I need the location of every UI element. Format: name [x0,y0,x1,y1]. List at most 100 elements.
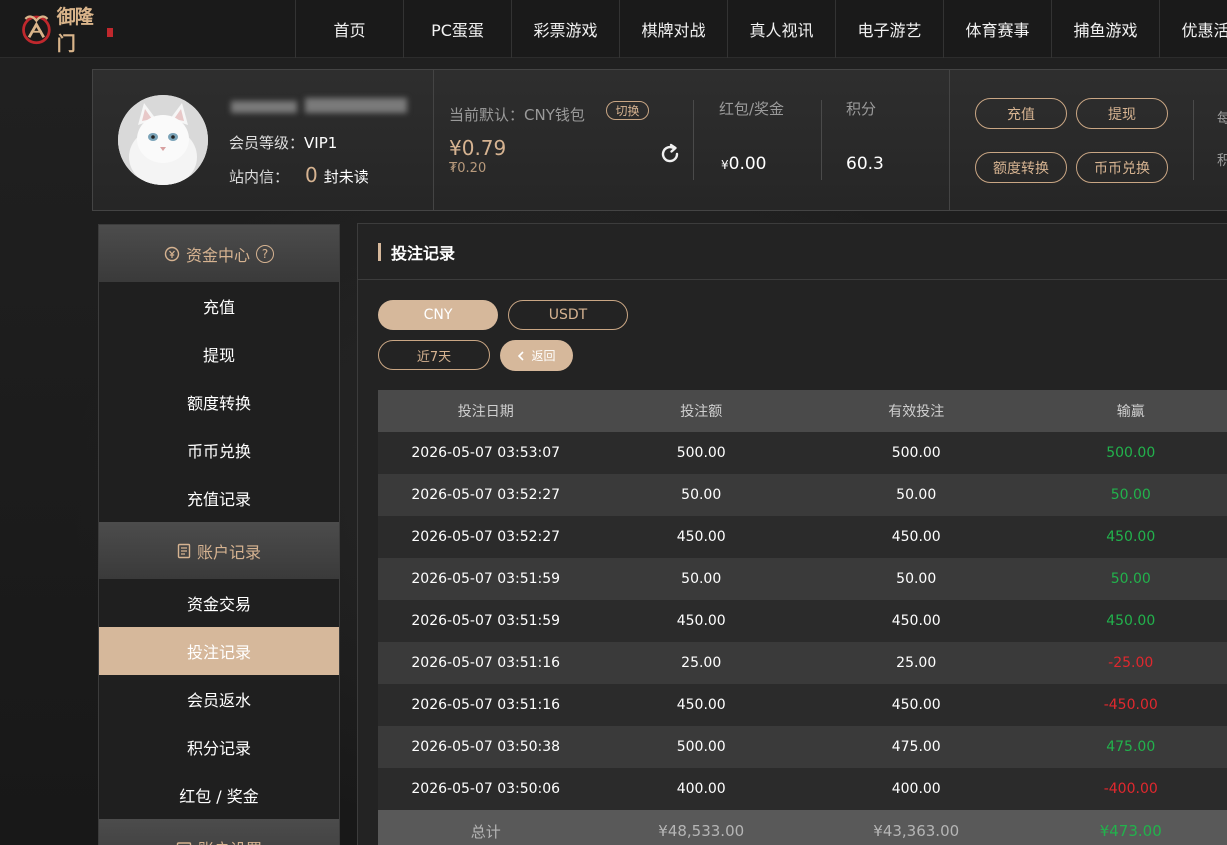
panel-header: 投注记录 [358,224,1227,280]
tab-cny[interactable]: CNY [378,300,498,330]
sidebar-item-bonus[interactable]: 红包 / 奖金 [99,771,339,819]
fund-center-label: 资金中心 [185,245,250,265]
back-label: 返回 [531,349,556,363]
bonus-currency: ¥ [721,158,729,172]
table-row: 2026-05-07 03:52:27 450.00 450.00 450.00 [378,516,1227,558]
table-row: 2026-05-07 03:51:16 25.00 25.00 -25.00 [378,642,1227,684]
cell-win-loss: -400.00 [1103,781,1158,797]
nav-home[interactable]: 首页 [295,0,403,58]
withdraw-button[interactable]: 提现 [1076,98,1168,129]
cell-win-loss: -25.00 [1108,655,1154,671]
cell-bet: 450.00 [676,529,726,545]
nav-promotions[interactable]: 优惠活动 [1159,0,1227,58]
divider [1193,100,1194,180]
top-navigation-bar: 御隆门 首页 PC蛋蛋 彩票游戏 棋牌对战 真人视讯 电子游艺 体育赛事 捕鱼游… [0,0,1227,58]
points-item-label-clipped: 积 [1217,153,1227,169]
column-header-date[interactable]: 投注日期 [378,401,593,421]
points-value: 60.3 [846,154,884,174]
cell-bet: 450.00 [676,697,726,713]
sidebar-item-rebate[interactable]: 会员返水 [99,675,339,723]
cell-valid-bet: 25.00 [896,655,937,671]
account-sidebar: 资金中心 ? 充值 提现 额度转换 币币兑换 充值记录 账户记录 资金交易 投注… [98,224,340,845]
fund-center-header[interactable]: 资金中心 ? [99,225,339,282]
cell-valid-bet: 450.00 [891,529,941,545]
transfer-button[interactable]: 额度转换 [975,152,1067,183]
cell-valid-bet: 400.00 [891,781,941,797]
avatar[interactable] [118,95,208,185]
site-messages[interactable]: 站内信： 0 封未读 [229,163,369,187]
cell-bet: 450.00 [676,613,726,629]
cell-valid-bet: 50.00 [896,571,937,587]
unread-suffix: 封未读 [323,168,369,186]
cell-bet: 500.00 [676,445,726,461]
nav-sports[interactable]: 体育赛事 [943,0,1051,58]
sidebar-item-exchange[interactable]: 币币兑换 [99,426,339,474]
bonus-label: 红包/奖金 [719,100,785,118]
default-wallet-label: 当前默认：CNY钱包 [449,106,585,124]
vip-level: 会员等级：VIP1 [229,132,337,153]
sidebar-item-transfer[interactable]: 额度转换 [99,378,339,426]
user-info-panel: 会员等级：VIP1 站内信： 0 封未读 当前默认：CNY钱包 切换 ¥0.79… [92,69,1227,211]
cell-date: 2026-05-07 03:51:59 [411,571,561,587]
total-valid-bet: ¥43,363.00 [873,822,960,840]
tab-usdt[interactable]: USDT [508,300,628,330]
cell-date: 2026-05-07 03:50:06 [411,781,561,797]
cell-valid-bet: 475.00 [891,739,941,755]
nav-lottery[interactable]: 彩票游戏 [511,0,619,58]
nav-card-games[interactable]: 棋牌对战 [619,0,727,58]
cell-valid-bet: 500.00 [891,445,941,461]
logo-seal [107,27,113,37]
table-row: 2026-05-07 03:52:27 50.00 50.00 50.00 [378,474,1227,516]
bonus-amount: 0.00 [728,154,767,174]
cell-win-loss: 50.00 [1110,487,1151,503]
nav-pc-egg[interactable]: PC蛋蛋 [403,0,511,58]
sidebar-item-fund-transactions[interactable]: 资金交易 [99,579,339,627]
sidebar-item-points-records[interactable]: 积分记录 [99,723,339,771]
table-row: 2026-05-07 03:53:07 500.00 500.00 500.00 [378,432,1227,474]
points-label: 积分 [846,100,877,118]
sidebar-item-deposit-records[interactable]: 充值记录 [99,474,339,522]
title-accent-bar [378,242,381,261]
cell-bet: 50.00 [681,571,722,587]
total-label: 总计 [470,822,501,841]
cell-date: 2026-05-07 03:51:16 [411,655,561,671]
exchange-button[interactable]: 币币兑换 [1076,152,1168,183]
divider [821,100,822,180]
column-header-bet[interactable]: 投注额 [593,401,808,421]
nav-slots[interactable]: 电子游艺 [835,0,943,58]
sidebar-item-deposit[interactable]: 充值 [99,282,339,330]
vip-level-label: 会员等级： [229,134,305,152]
dragon-logo-icon [22,15,51,45]
coin-icon [164,246,180,261]
back-button[interactable]: 返回 [500,340,573,371]
logo-text: 御隆门 [56,6,94,55]
site-logo[interactable]: 御隆门 [18,6,113,55]
column-header-win-loss[interactable]: 输赢 [1023,401,1227,421]
username-masked [231,101,297,113]
deposit-button[interactable]: 充值 [975,98,1067,129]
date-range-filter[interactable]: 近7天 [378,340,490,370]
messages-label: 站内信： [229,168,290,186]
help-icon[interactable]: ? [256,244,274,263]
cell-valid-bet: 450.00 [891,613,941,629]
table-total-row: 总计 ¥48,533.00 ¥43,363.00 ¥473.00 [378,810,1227,845]
cell-bet: 25.00 [681,655,722,671]
account-settings-header[interactable]: 账户设置 [99,819,339,845]
nav-fishing[interactable]: 捕鱼游戏 [1051,0,1159,58]
cell-valid-bet: 50.00 [896,487,937,503]
divider [433,70,434,210]
daily-item-label-clipped: 每 [1217,111,1227,127]
total-win-loss: ¥473.00 [1099,822,1162,840]
sidebar-item-bet-records[interactable]: 投注记录 [99,627,339,675]
column-header-valid-bet[interactable]: 有效投注 [809,401,1024,421]
table-row: 2026-05-07 03:50:38 500.00 475.00 475.00 [378,726,1227,768]
account-settings-label: 账户设置 [198,836,262,845]
settings-card-icon [176,841,192,845]
vip-level-value: VIP1 [304,134,338,152]
account-records-header[interactable]: 账户记录 [99,522,339,579]
wallet-usdt-balance: ₮0.20 [449,161,487,176]
switch-wallet-button[interactable]: 切换 [606,101,649,120]
sidebar-item-withdraw[interactable]: 提现 [99,330,339,378]
refresh-icon[interactable] [658,142,682,166]
nav-live-casino[interactable]: 真人视讯 [727,0,835,58]
